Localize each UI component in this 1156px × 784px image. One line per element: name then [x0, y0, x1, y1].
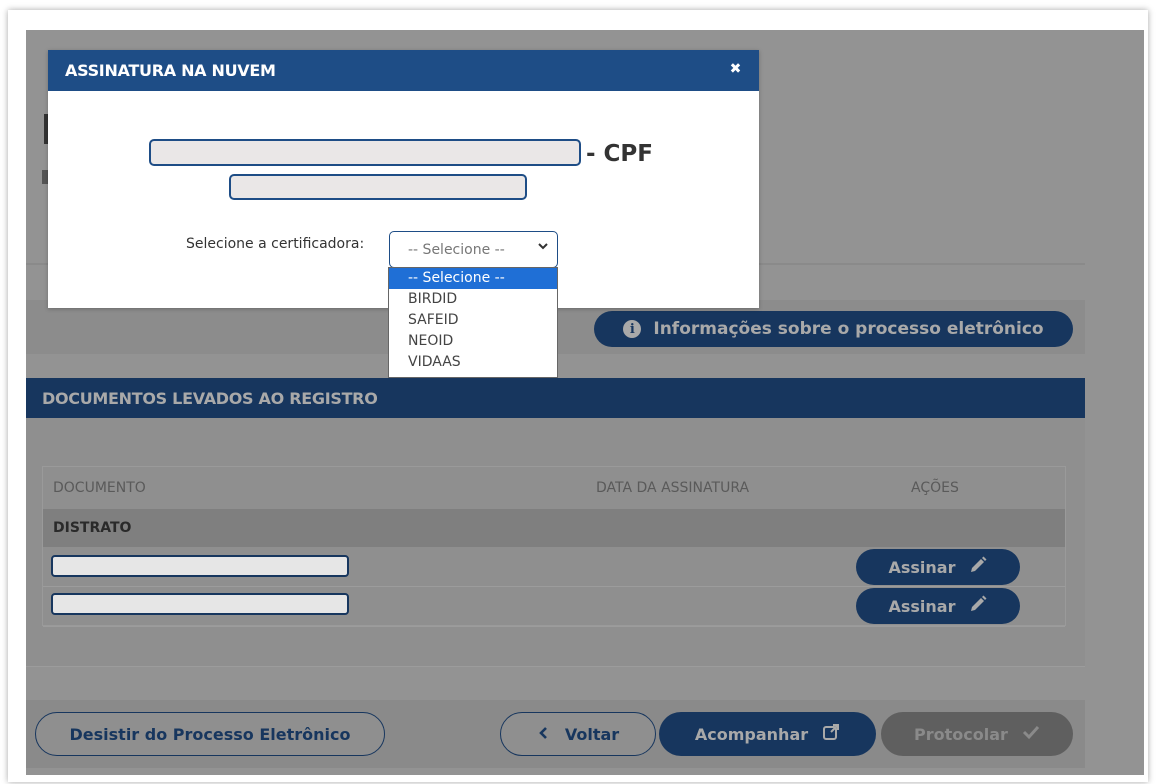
info-icon: i — [623, 320, 642, 338]
cpf-value-field — [229, 174, 527, 200]
option-safeid[interactable]: SAFEID — [389, 310, 557, 331]
table-header: DOCUMENTO DATA DA ASSINATURA AÇÕES — [43, 467, 1065, 509]
back-label: Voltar — [564, 724, 620, 744]
process-info-label: Informações sobre o processo eletrônico — [653, 319, 1044, 339]
table-group-row: DISTRATO — [43, 509, 1065, 547]
document-name-field — [51, 555, 349, 577]
table-row: Assinar — [43, 547, 1065, 587]
protocol-button[interactable]: Protocolar — [881, 712, 1073, 756]
pencil-icon — [968, 594, 988, 618]
sign-button[interactable]: Assinar — [856, 549, 1020, 585]
withdraw-process-button[interactable]: Desistir do Processo Eletrônico — [35, 712, 385, 756]
signer-name-field — [149, 139, 581, 166]
external-link-icon — [822, 723, 840, 745]
certificadora-dropdown-list: -- Selecione -- BIRDID SAFEID NEOID VIDA… — [388, 267, 558, 378]
process-info-button[interactable]: i Informações sobre o processo eletrônic… — [594, 311, 1073, 347]
certificadora-label: Selecione a certificadora: — [186, 236, 365, 252]
column-header-acoes: AÇÕES — [911, 480, 959, 496]
chevron-left-icon — [537, 725, 551, 744]
chevron-down-icon — [537, 240, 549, 256]
column-header-data-assinatura: DATA DA ASSINATURA — [596, 480, 750, 496]
document-name-field — [51, 593, 349, 615]
modal-title: ASSINATURA NA NUVEM — [65, 61, 276, 80]
certificadora-select-value: -- Selecione -- — [408, 241, 505, 258]
follow-up-button[interactable]: Acompanhar — [659, 712, 876, 756]
checkmark-icon — [1022, 724, 1040, 744]
documents-section-title: DOCUMENTOS LEVADOS AO REGISTRO — [42, 388, 378, 408]
cpf-label: - CPF — [586, 141, 654, 167]
close-icon[interactable]: ✖ — [730, 61, 742, 77]
sign-button-label: Assinar — [888, 596, 956, 616]
table-row: Assinar — [43, 587, 1065, 627]
certificadora-select[interactable]: -- Selecione -- — [389, 231, 558, 268]
protocol-label: Protocolar — [914, 724, 1008, 744]
column-header-documento: DOCUMENTO — [53, 480, 146, 496]
documents-table: DOCUMENTO DATA DA ASSINATURA AÇÕES DISTR… — [42, 466, 1066, 627]
documents-section-header: DOCUMENTOS LEVADOS AO REGISTRO — [26, 378, 1085, 418]
sign-button-label: Assinar — [888, 557, 956, 577]
back-button[interactable]: Voltar — [500, 712, 656, 756]
follow-up-label: Acompanhar — [694, 724, 809, 744]
option-selecione[interactable]: -- Selecione -- — [389, 268, 557, 289]
pencil-icon — [968, 555, 988, 579]
option-neoid[interactable]: NEOID — [389, 331, 557, 352]
sign-button[interactable]: Assinar — [856, 588, 1020, 624]
withdraw-process-label: Desistir do Processo Eletrônico — [69, 724, 351, 744]
group-label: DISTRATO — [53, 520, 132, 536]
modal-header: ASSINATURA NA NUVEM ✖ — [48, 50, 759, 91]
option-birdid[interactable]: BIRDID — [389, 289, 557, 310]
option-vidaas[interactable]: VIDAAS — [389, 352, 557, 373]
